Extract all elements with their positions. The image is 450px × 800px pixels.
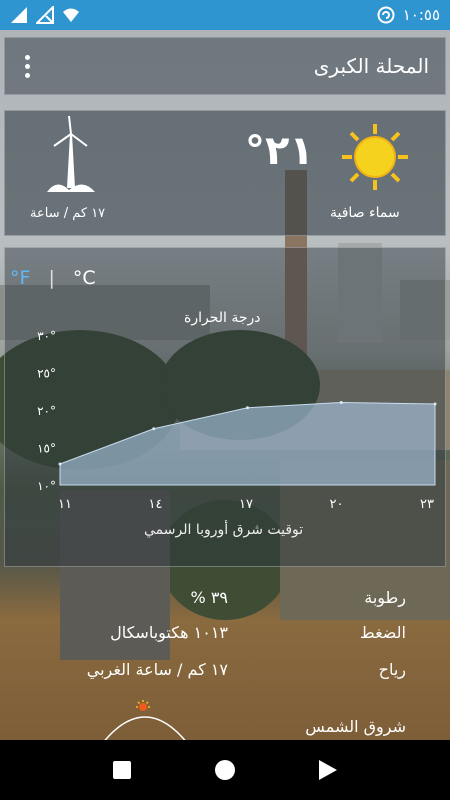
navigation-bar bbox=[0, 740, 450, 800]
recents-square-icon[interactable] bbox=[106, 754, 138, 786]
sun-path-arc bbox=[101, 700, 189, 745]
wind-speed: ١٧ كم / ساعة bbox=[30, 206, 106, 221]
temperature-point bbox=[58, 462, 62, 466]
chart-title: درجة الحرارة bbox=[184, 310, 261, 326]
x-tick-label: ٢٣ bbox=[420, 497, 434, 512]
pressure-row: الضغط ١٠١٣ هكتوباسكال bbox=[0, 623, 450, 653]
temperature-point bbox=[339, 401, 343, 404]
overflow-menu-icon[interactable] bbox=[21, 51, 34, 82]
unit-toggle: °F | °C bbox=[10, 267, 96, 289]
clock-time: ١٠:٥٥ bbox=[402, 6, 440, 24]
y-tick-label: ١٠° bbox=[37, 479, 56, 493]
back-triangle-icon[interactable] bbox=[312, 754, 344, 786]
wind-row: رياح ١٧ كم / ساعة الغربي bbox=[0, 660, 450, 690]
home-circle-icon[interactable] bbox=[209, 754, 241, 786]
temperature-point bbox=[152, 427, 156, 431]
city-title: المحلة الكبرى bbox=[313, 54, 429, 78]
sync-icon bbox=[377, 6, 395, 24]
sun-position-icon bbox=[136, 700, 150, 711]
wind-value: ١٧ كم / ساعة الغربي bbox=[86, 660, 228, 679]
temperature-point bbox=[246, 406, 249, 410]
x-tick-label: ١٧ bbox=[239, 497, 253, 512]
x-tick-label: ٢٠ bbox=[330, 497, 344, 512]
celsius-toggle[interactable]: °C bbox=[73, 267, 96, 289]
sunrise-label: شروق الشمس bbox=[305, 717, 406, 736]
y-tick-label: ١٥° bbox=[37, 442, 56, 456]
wind-turbine-icon bbox=[47, 116, 95, 192]
humidity-row: رطوبة ٣٩ % bbox=[0, 588, 450, 618]
condition-text: سماء صافية bbox=[330, 205, 400, 221]
fahrenheit-toggle[interactable]: °F bbox=[10, 267, 30, 289]
wind-label: رياح bbox=[378, 660, 406, 679]
x-tick-label: ١٤ bbox=[149, 497, 163, 512]
wifi-icon bbox=[63, 8, 79, 22]
temperature-point bbox=[433, 402, 437, 406]
temperature-area-series bbox=[59, 401, 436, 486]
y-tick-label: ٣٠° bbox=[37, 329, 56, 343]
status-bar: ١٠:٥٥ bbox=[0, 0, 450, 30]
sun-icon bbox=[342, 124, 408, 190]
pressure-value: ١٠١٣ هكتوباسكال bbox=[110, 623, 228, 642]
no-sim-icon bbox=[36, 6, 54, 24]
x-tick-label: ١١ bbox=[58, 497, 72, 512]
humidity-value: ٣٩ % bbox=[190, 588, 228, 607]
signal-icon bbox=[11, 7, 27, 23]
y-tick-label: ٢٥° bbox=[37, 367, 56, 381]
temperature-chart: ١٠° ١٥° ٢٠° ٢٥° ٣٠° ١١ ١٤ ١٧ ٢٠ ٢٣ bbox=[37, 329, 437, 512]
y-tick-label: ٢٠° bbox=[37, 404, 56, 418]
humidity-label: رطوبة bbox=[364, 588, 406, 607]
pressure-label: الضغط bbox=[359, 623, 406, 642]
unit-separator: | bbox=[48, 267, 55, 289]
app-bar: المحلة الكبرى bbox=[4, 37, 446, 95]
current-temperature: ٢١° bbox=[245, 128, 314, 174]
chart-xlabel: توقيت شرق أوروبا الرسمي bbox=[144, 522, 304, 538]
